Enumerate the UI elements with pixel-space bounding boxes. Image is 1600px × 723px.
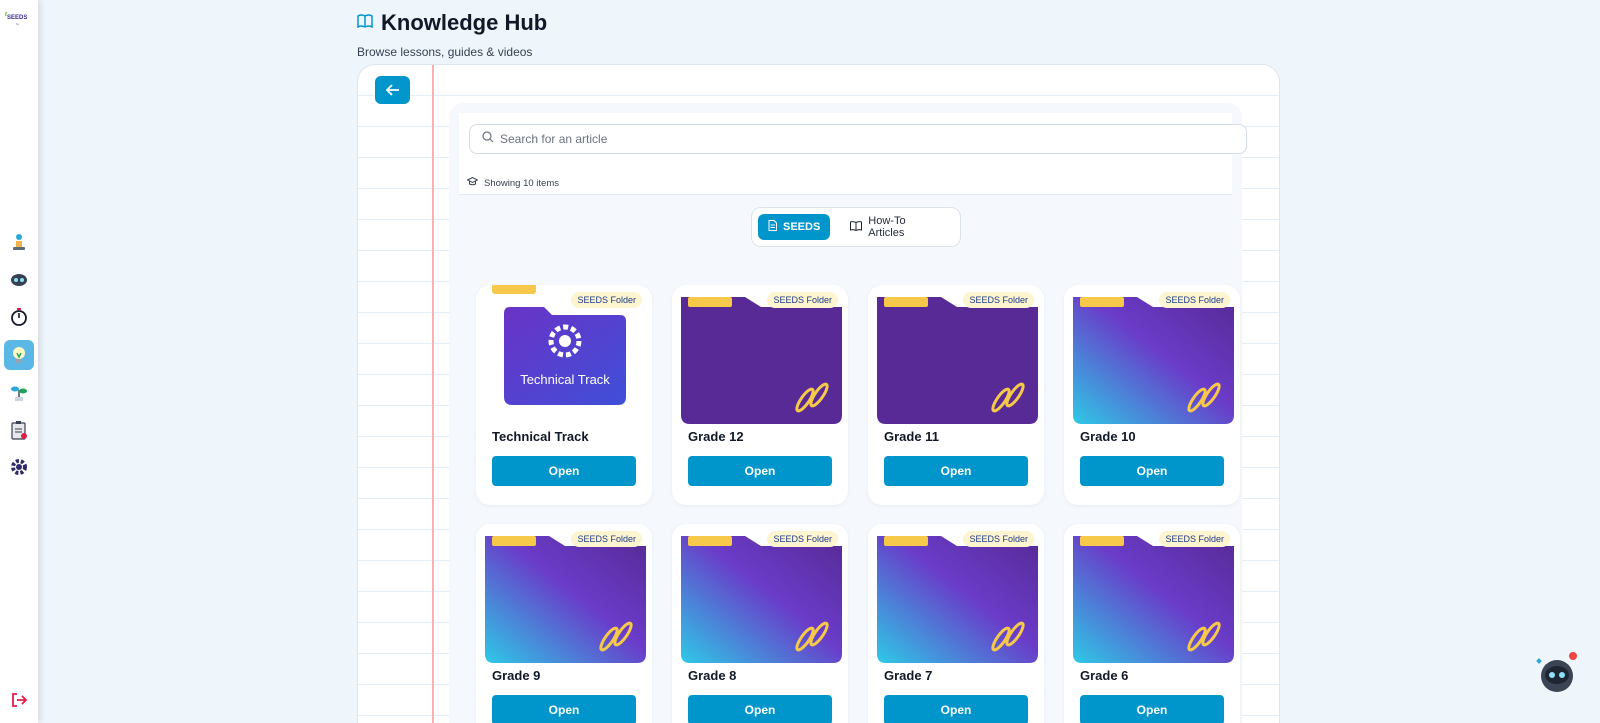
folder-thumbnail	[485, 536, 646, 663]
search-input[interactable]	[500, 132, 1246, 146]
folder-tab	[492, 285, 536, 294]
open-button[interactable]: Open	[884, 695, 1028, 723]
folder-card[interactable]: SEEDS Folder Grade 6 Open	[1064, 524, 1240, 723]
clipboard-icon[interactable]	[4, 415, 34, 445]
eye-bot-icon[interactable]	[4, 265, 34, 295]
folder-card[interactable]: SEEDS Folder Grade 7 Open	[868, 524, 1044, 723]
folder-card[interactable]: Technical Track SEEDS Folder Technical T…	[476, 285, 652, 505]
folder-badge: SEEDS Folder	[963, 292, 1034, 308]
page-subtitle: Browse lessons, guides & videos	[357, 45, 533, 59]
folder-card[interactable]: SEEDS Folder Grade 9 Open	[476, 524, 652, 723]
sidebar: SEEDS by	[0, 0, 38, 723]
folder-thumbnail	[877, 297, 1038, 424]
card-title: Grade 9	[492, 668, 541, 683]
lightbulb-icon[interactable]	[4, 340, 34, 370]
card-title: Grade 8	[688, 668, 737, 683]
graduation-cap-icon	[466, 176, 479, 189]
folder-badge: SEEDS Folder	[963, 531, 1034, 547]
folder-card[interactable]: SEEDS Folder Grade 11 Open	[868, 285, 1044, 505]
thumbnail-label: Technical Track	[520, 372, 610, 387]
page-header: Knowledge Hub Browse lessons, guides & v…	[357, 10, 547, 59]
card-title: Grade 12	[688, 429, 744, 444]
tab-seeds[interactable]: SEEDS	[758, 214, 831, 240]
open-button[interactable]: Open	[1080, 695, 1224, 723]
folder-badge: SEEDS Folder	[1159, 531, 1230, 547]
svg-text:SEEDS: SEEDS	[7, 15, 27, 21]
tab-seeds-label: SEEDS	[783, 221, 821, 233]
book-open-icon	[850, 220, 863, 234]
folder-thumbnail	[681, 536, 842, 663]
item-count: Showing 10 items	[466, 176, 559, 189]
book-icon	[357, 13, 373, 33]
card-title: Technical Track	[492, 429, 589, 444]
folder-badge: SEEDS Folder	[571, 292, 642, 308]
card-title: Grade 6	[1080, 668, 1129, 683]
logout-icon[interactable]	[9, 690, 29, 710]
stopwatch-icon[interactable]	[4, 302, 34, 332]
folder-thumbnail	[1073, 297, 1234, 424]
folder-thumbnail	[681, 297, 842, 424]
technical-track-thumbnail: Technical Track	[504, 301, 626, 405]
item-count-label: Showing 10 items	[484, 177, 559, 189]
folder-thumbnail	[877, 536, 1038, 663]
robot-icon	[1536, 652, 1577, 692]
svg-text:by: by	[16, 22, 20, 26]
plant-icon[interactable]	[4, 377, 34, 407]
chatbot-launcher[interactable]	[1535, 650, 1579, 694]
folder-badge: SEEDS Folder	[767, 531, 838, 547]
document-icon	[768, 220, 777, 234]
open-button[interactable]: Open	[688, 695, 832, 723]
page-title: Knowledge Hub	[381, 10, 548, 35]
category-tabs: SEEDS How-To Articles	[751, 207, 961, 247]
margin-line	[432, 65, 434, 723]
folder-card[interactable]: SEEDS Folder Grade 10 Open	[1064, 285, 1240, 505]
folder-card[interactable]: SEEDS Folder Grade 8 Open	[672, 524, 848, 723]
card-title: Grade 7	[884, 668, 933, 683]
folder-thumbnail	[1073, 536, 1234, 663]
folder-card[interactable]: SEEDS Folder Grade 12 Open	[672, 285, 848, 505]
gear-icon[interactable]	[4, 452, 34, 482]
open-button[interactable]: Open	[492, 695, 636, 723]
open-button[interactable]: Open	[1080, 456, 1224, 486]
folder-badge: SEEDS Folder	[1159, 292, 1230, 308]
open-button[interactable]: Open	[688, 456, 832, 486]
tab-how-to-label: How-To Articles	[868, 215, 906, 239]
seeds-logo[interactable]: SEEDS by	[4, 10, 34, 28]
open-button[interactable]: Open	[884, 456, 1028, 486]
folder-badge: SEEDS Folder	[571, 531, 642, 547]
search-icon	[482, 130, 494, 148]
robot-agent-icon[interactable]	[4, 227, 34, 257]
folder-badge: SEEDS Folder	[767, 292, 838, 308]
card-title: Grade 10	[1080, 429, 1136, 444]
card-title: Grade 11	[884, 429, 939, 444]
notebook-panel: Showing 10 items SEEDS How-To Articles	[357, 64, 1280, 723]
arrow-left-icon	[385, 84, 399, 96]
open-button[interactable]: Open	[492, 456, 636, 486]
search-area: Showing 10 items	[459, 113, 1247, 195]
tab-how-to-articles[interactable]: How-To Articles	[840, 214, 954, 240]
back-button[interactable]	[375, 76, 410, 104]
search-box[interactable]	[469, 124, 1247, 154]
